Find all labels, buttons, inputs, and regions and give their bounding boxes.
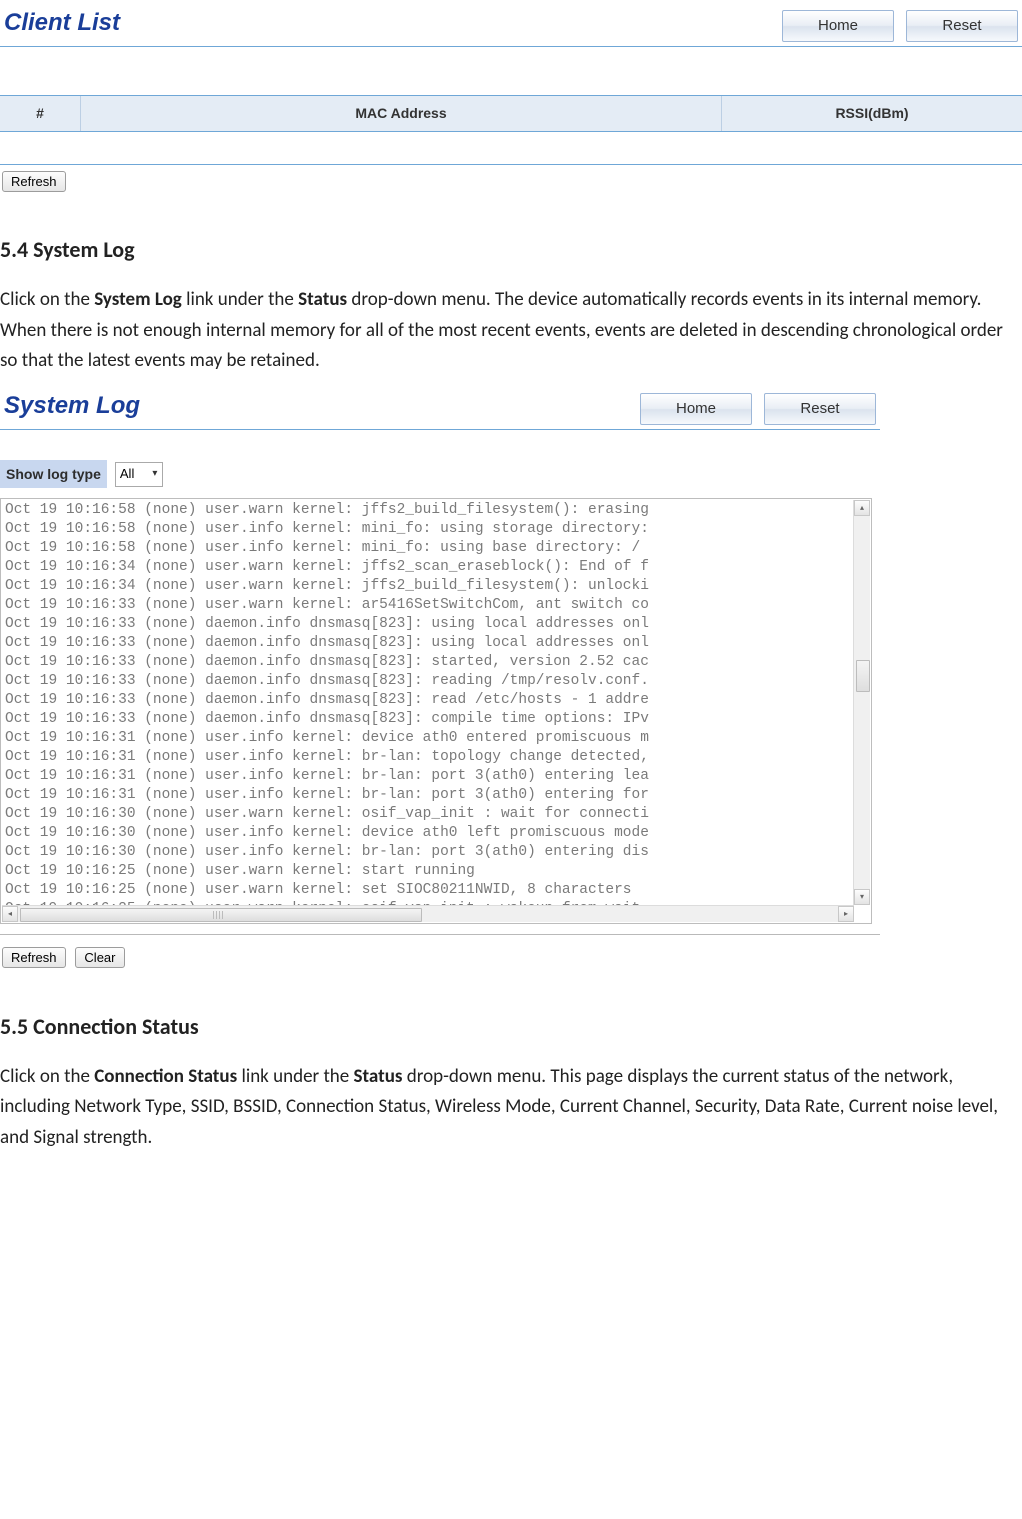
- section-heading-5-5: 5.5 Connection Status: [0, 1009, 1022, 1044]
- log-line: Oct 19 10:16:58 (none) user.info kernel:…: [5, 539, 869, 558]
- system-log-panel: System Log Home Reset Show log type All …: [0, 387, 880, 969]
- panel-header: System Log Home Reset: [0, 387, 880, 429]
- reset-button[interactable]: Reset: [906, 10, 1018, 42]
- divider: [0, 429, 880, 430]
- bold-text: System Log: [94, 288, 182, 311]
- scroll-up-icon[interactable]: ▴: [854, 500, 870, 516]
- log-line: Oct 19 10:16:31 (none) user.info kernel:…: [5, 767, 869, 786]
- scroll-down-icon[interactable]: ▾: [854, 889, 870, 905]
- log-line: Oct 19 10:16:33 (none) daemon.info dnsma…: [5, 672, 869, 691]
- log-line: Oct 19 10:16:30 (none) user.info kernel:…: [5, 843, 869, 862]
- client-list-panel: Client List Home Reset # MAC Address RSS…: [0, 4, 1022, 192]
- refresh-button[interactable]: Refresh: [2, 171, 66, 192]
- log-line: Oct 19 10:16:30 (none) user.warn kernel:…: [5, 805, 869, 824]
- log-line: Oct 19 10:16:33 (none) user.warn kernel:…: [5, 596, 869, 615]
- log-line: Oct 19 10:16:58 (none) user.warn kernel:…: [5, 501, 869, 520]
- log-line: Oct 19 10:16:30 (none) user.info kernel:…: [5, 824, 869, 843]
- horizontal-scrollbar[interactable]: ◂ ▸: [2, 905, 854, 922]
- log-line: Oct 19 10:16:33 (none) daemon.info dnsma…: [5, 653, 869, 672]
- col-mac: MAC Address: [81, 96, 722, 130]
- home-button[interactable]: Home: [640, 393, 752, 425]
- divider: [0, 934, 880, 935]
- log-textarea[interactable]: Oct 19 10:16:58 (none) user.warn kernel:…: [0, 498, 872, 924]
- col-index: #: [0, 96, 81, 130]
- client-list-table: # MAC Address RSSI(dBm): [0, 95, 1022, 164]
- divider: [0, 46, 1022, 47]
- log-line: Oct 19 10:16:25 (none) user.warn kernel:…: [5, 862, 869, 881]
- text: link under the: [237, 1065, 353, 1088]
- log-line: Oct 19 10:16:33 (none) daemon.info dnsma…: [5, 691, 869, 710]
- log-line: Oct 19 10:16:33 (none) daemon.info dnsma…: [5, 615, 869, 634]
- bold-text: Status: [354, 1065, 403, 1088]
- table-header-row: # MAC Address RSSI(dBm): [0, 95, 1022, 131]
- scroll-thumb[interactable]: [20, 908, 422, 922]
- scroll-thumb[interactable]: [856, 660, 870, 692]
- home-button[interactable]: Home: [782, 10, 894, 42]
- text: Click on the: [0, 1065, 94, 1088]
- log-line: Oct 19 10:16:33 (none) daemon.info dnsma…: [5, 710, 869, 729]
- section-5-4-paragraph: Click on the System Log link under the S…: [0, 285, 1022, 376]
- log-type-label: Show log type: [0, 460, 107, 488]
- col-rssi: RSSI(dBm): [722, 96, 1022, 130]
- log-line: Oct 19 10:16:31 (none) user.info kernel:…: [5, 729, 869, 748]
- log-line: Oct 19 10:16:34 (none) user.warn kernel:…: [5, 577, 869, 596]
- scroll-left-icon[interactable]: ◂: [2, 906, 18, 922]
- scroll-right-icon[interactable]: ▸: [838, 906, 854, 922]
- panel-title: System Log: [4, 387, 640, 427]
- log-line: Oct 19 10:16:31 (none) user.info kernel:…: [5, 748, 869, 767]
- log-line: Oct 19 10:16:25 (none) user.warn kernel:…: [5, 881, 869, 900]
- clear-button[interactable]: Clear: [75, 947, 124, 968]
- log-type-select[interactable]: All: [115, 462, 163, 487]
- log-line: Oct 19 10:16:33 (none) daemon.info dnsma…: [5, 634, 869, 653]
- table-empty-body: [0, 132, 1022, 165]
- log-line: Oct 19 10:16:58 (none) user.info kernel:…: [5, 520, 869, 539]
- reset-button[interactable]: Reset: [764, 393, 876, 425]
- log-line: Oct 19 10:16:34 (none) user.warn kernel:…: [5, 558, 869, 577]
- bold-text: Status: [298, 288, 347, 311]
- section-5-5-paragraph: Click on the Connection Status link unde…: [0, 1062, 1022, 1153]
- text: Click on the: [0, 288, 94, 311]
- log-type-row: Show log type All: [0, 460, 880, 488]
- text: link under the: [182, 288, 298, 311]
- log-line: Oct 19 10:16:31 (none) user.info kernel:…: [5, 786, 869, 805]
- bold-text: Connection Status: [94, 1065, 237, 1088]
- section-heading-5-4: 5.4 System Log: [0, 232, 1022, 267]
- refresh-button[interactable]: Refresh: [2, 947, 66, 968]
- panel-title: Client List: [4, 4, 782, 44]
- grip-icon: [213, 911, 223, 919]
- vertical-scrollbar[interactable]: ▴ ▾: [853, 500, 870, 905]
- panel-header: Client List Home Reset: [0, 4, 1022, 46]
